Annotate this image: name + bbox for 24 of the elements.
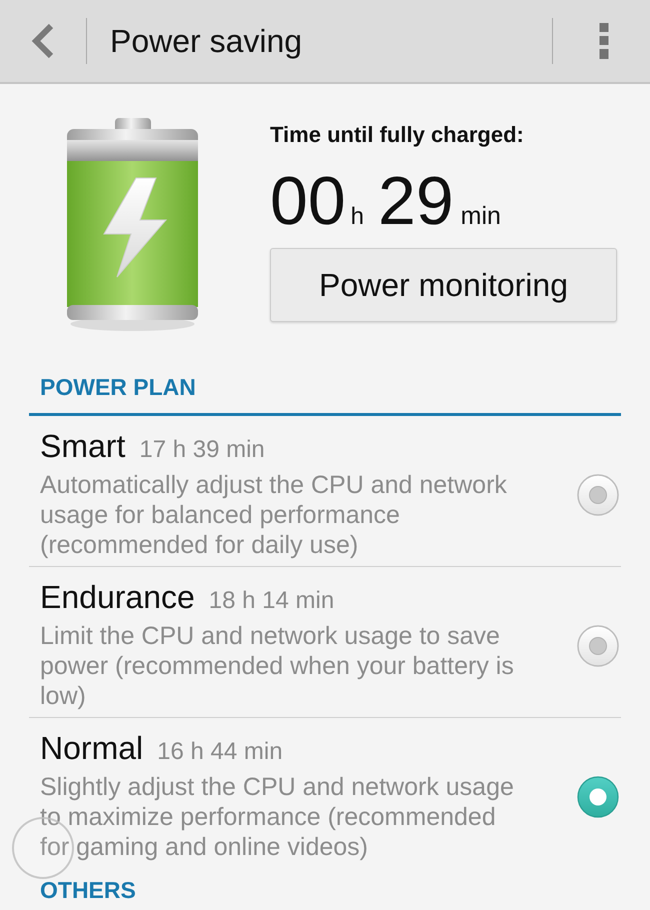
plan-description: Automatically adjust the CPU and network usage for balanced performance (recommended for daily use) [40,470,508,560]
section-heading: POWER PLAN [40,376,196,399]
hours-value: 00 [270,167,346,235]
hours-unit: h [350,205,364,229]
minutes-unit: min [460,204,501,229]
section-heading: OTHERS [40,879,136,902]
screen-title: Power saving [110,25,302,57]
minutes-value: 29 [378,167,454,235]
plan-description: Slightly adjust the CPU and network usage to maximize performance (recommended for gaming and online videos) [40,772,515,862]
back-icon [31,23,55,59]
plan-duration: 18 h 14 min [208,589,334,613]
power-monitoring-button[interactable]: Power monitoring [270,248,617,322]
plan-description: Limit the CPU and network usage to save power (recommended when your battery is low) [40,621,515,711]
battery-charging-icon [67,118,198,332]
charge-time-label: Time until fully charged: [270,124,524,146]
plan-name: Normal [40,732,144,764]
radio-button[interactable] [577,776,619,818]
plan-duration: 16 h 44 min [157,740,283,764]
plan-name: Smart [40,430,126,462]
radio-button[interactable] [577,474,619,516]
radio-button[interactable] [577,625,619,667]
more-options-icon [598,23,608,59]
plan-name: Endurance [40,581,195,613]
plan-duration: 17 h 39 min [139,438,265,462]
